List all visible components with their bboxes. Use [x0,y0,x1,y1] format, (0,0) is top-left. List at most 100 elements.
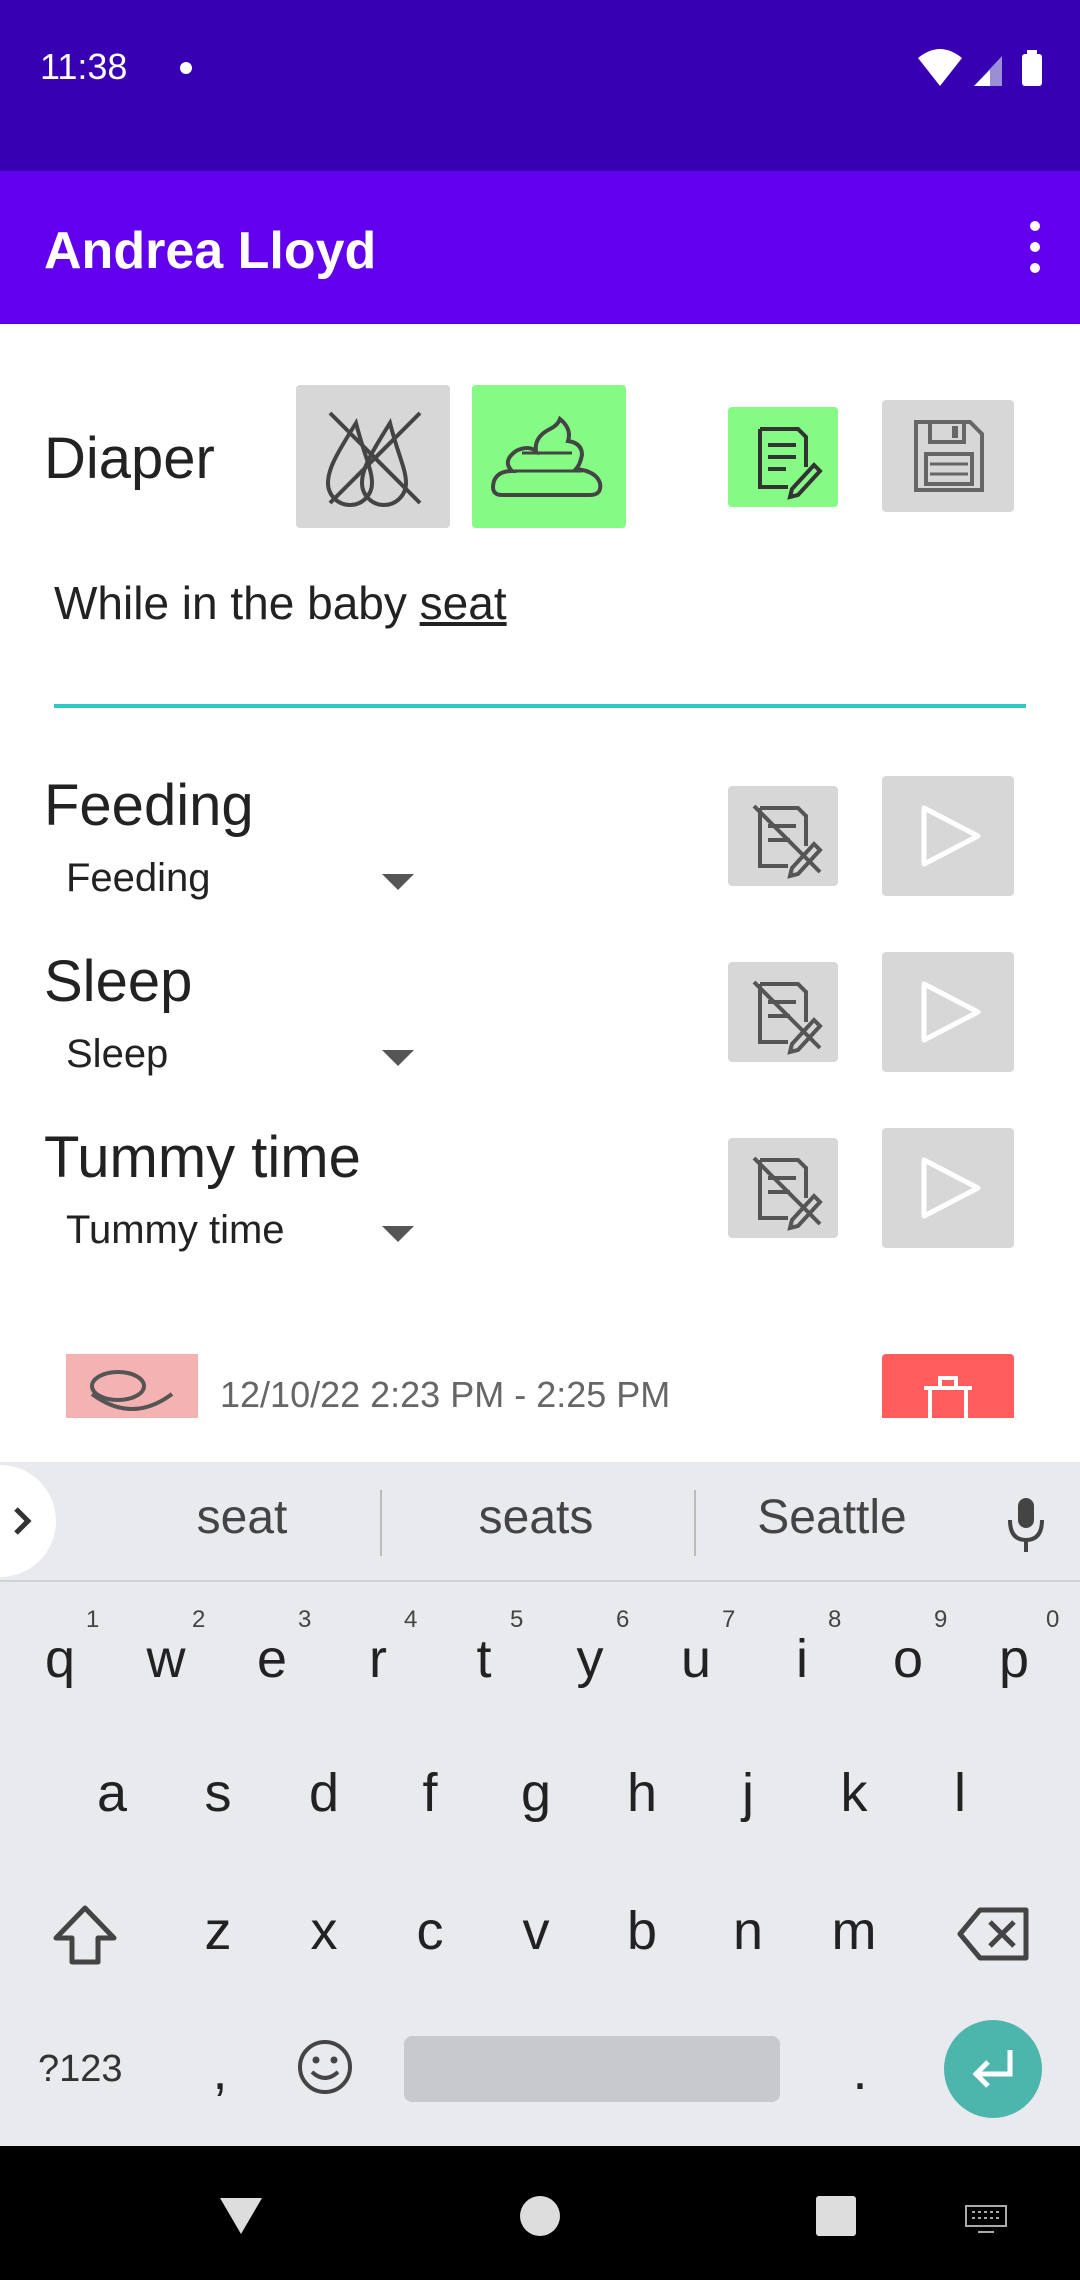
no-water-icon [325,411,422,507]
feeding-start-button[interactable] [882,776,1014,896]
diaper-note-text: While in the baby seat [54,577,507,629]
battery-icon [1022,54,1042,86]
dropdown-arrow-icon [382,1226,414,1242]
key-e[interactable]: e [232,1628,312,1690]
key-y[interactable]: y [550,1628,630,1690]
overflow-menu-icon[interactable] [1020,221,1050,277]
diaper-note-button[interactable] [728,407,838,507]
key-a[interactable]: a [72,1762,152,1824]
history-delete-button[interactable] [882,1354,1014,1418]
symbols-key[interactable]: ?123 [38,2048,123,2091]
keyboard-switch-icon[interactable] [964,2204,1008,2234]
key-b[interactable]: b [602,1900,682,1962]
key-z[interactable]: z [178,1900,258,1962]
key-t[interactable]: t [444,1628,524,1690]
emoji-key-icon[interactable] [294,2036,356,2098]
history-time-range: 12/10/22 2:23 PM - 2:25 PM [220,1374,671,1415]
enter-key[interactable] [944,2020,1042,2118]
key-hint: 4 [404,1606,418,1633]
status-bar: 11:38 [0,0,1080,171]
note-edit-off-icon [752,804,823,879]
key-l[interactable]: l [920,1762,1000,1824]
key-d[interactable]: d [284,1762,364,1824]
diaper-note-input[interactable]: While in the baby seat [54,576,1026,708]
note-edit-off-icon [752,1156,823,1231]
key-q[interactable]: q [20,1628,100,1690]
play-icon [921,1157,981,1219]
space-key[interactable] [404,2036,780,2102]
wifi-icon [918,49,962,86]
key-j[interactable]: j [708,1762,788,1824]
suggestion-3[interactable]: Seattle [702,1490,962,1545]
key-hint: 2 [192,1606,206,1633]
note-edit-icon [758,427,823,500]
key-hint: 7 [722,1606,736,1633]
poop-icon [491,415,603,497]
navigation-bar [0,2146,1080,2280]
backspace-key-icon[interactable] [956,1906,1032,1962]
suggestion-2[interactable]: seats [406,1490,666,1545]
key-m[interactable]: m [814,1900,894,1962]
feeding-dropdown[interactable]: Feeding [66,856,426,916]
tummy-time-start-button[interactable] [882,1128,1014,1248]
key-g[interactable]: g [496,1762,576,1824]
key-comma[interactable]: , [180,2040,260,2102]
key-n[interactable]: n [708,1900,788,1962]
key-o[interactable]: o [868,1628,948,1690]
key-v[interactable]: v [496,1900,576,1962]
feeding-label: Feeding [44,773,254,838]
play-icon [921,805,981,867]
key-f[interactable]: f [390,1762,470,1824]
trash-icon [924,1376,972,1418]
sleep-dropdown[interactable]: Sleep [66,1032,426,1092]
key-w[interactable]: w [126,1628,206,1690]
key-hint: 5 [510,1606,524,1633]
notification-dot-icon [180,62,192,74]
suggestion-expand-button[interactable] [0,1465,56,1577]
play-icon [921,981,981,1043]
key-x[interactable]: x [284,1900,364,1962]
key-hint: 9 [934,1606,948,1633]
sleep-label: Sleep [44,949,193,1014]
key-h[interactable]: h [602,1762,682,1824]
bottle-icon [90,1370,174,1411]
key-r[interactable]: r [338,1628,418,1690]
enter-icon [972,2050,1013,2088]
dropdown-arrow-icon [382,874,414,890]
keyboard-divider [0,1580,1080,1582]
microphone-icon[interactable] [1000,1496,1052,1556]
history-feeding-icon-button[interactable] [66,1354,198,1418]
suggestion-divider [694,1490,696,1556]
key-c[interactable]: c [390,1900,470,1962]
key-hint: 8 [828,1606,842,1633]
diaper-save-button[interactable] [882,400,1014,512]
tummy-time-dropdown[interactable]: Tummy time [66,1208,426,1268]
sleep-note-button[interactable] [728,962,838,1062]
key-u[interactable]: u [656,1628,736,1690]
back-nav-icon[interactable] [216,2194,266,2238]
key-hint: 6 [616,1606,630,1633]
key-period[interactable]: . [820,2040,900,2102]
home-nav-icon[interactable] [520,2196,560,2236]
dropdown-arrow-icon [382,1050,414,1066]
save-icon [914,420,984,492]
sleep-start-button[interactable] [882,952,1014,1072]
dirty-diaper-toggle[interactable] [472,385,626,528]
key-k[interactable]: k [814,1762,894,1824]
key-hint: 0 [1046,1606,1060,1633]
recents-nav-icon[interactable] [816,2196,856,2236]
key-i[interactable]: i [762,1628,842,1690]
tummy-time-note-button[interactable] [728,1138,838,1238]
key-hint: 3 [298,1606,312,1633]
status-time: 11:38 [40,46,128,87]
chevron-right-icon [14,1507,32,1535]
history-list-item[interactable]: 12/10/22 2:23 PM - 2:25 PM [0,1350,1080,1418]
wet-diaper-toggle[interactable] [296,385,450,528]
key-s[interactable]: s [178,1762,258,1824]
app-title: Andrea Lloyd [44,222,377,280]
shift-key-icon[interactable] [50,1902,120,1968]
status-icons [918,49,1042,86]
suggestion-1[interactable]: seat [112,1490,372,1545]
key-p[interactable]: p [974,1628,1054,1690]
feeding-note-button[interactable] [728,786,838,886]
